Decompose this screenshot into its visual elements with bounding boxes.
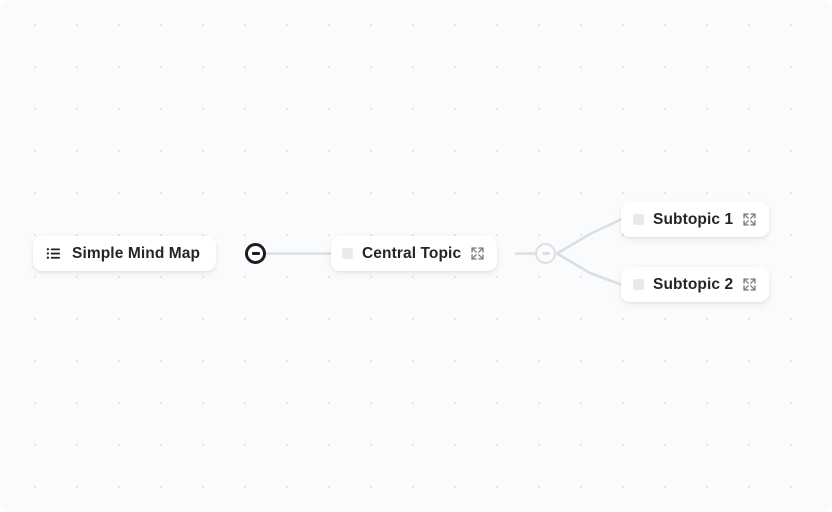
- node-label: Subtopic 2: [653, 275, 734, 293]
- expand-icon[interactable]: [742, 212, 757, 227]
- edge-central-to-sub1: [555, 218, 623, 255]
- mindmap-node-root[interactable]: Simple Mind Map: [33, 236, 217, 271]
- mindmap-node-central[interactable]: Central Topic: [331, 236, 498, 271]
- square-bullet-icon: [342, 248, 353, 259]
- expand-icon[interactable]: [742, 277, 757, 292]
- minus-icon: [541, 252, 550, 255]
- list-icon: [46, 246, 61, 261]
- mindmap-node-subtopic-1[interactable]: Subtopic 1: [621, 202, 770, 237]
- node-label: Subtopic 1: [653, 210, 734, 228]
- edge-central-to-sub2: [555, 252, 623, 286]
- square-bullet-icon: [633, 279, 644, 290]
- collapse-toggle-central[interactable]: [535, 243, 556, 264]
- collapse-toggle-root[interactable]: [245, 243, 266, 264]
- minus-icon: [251, 252, 260, 255]
- expand-icon[interactable]: [470, 246, 485, 261]
- square-bullet-icon: [633, 214, 644, 225]
- mindmap-node-subtopic-2[interactable]: Subtopic 2: [621, 267, 770, 302]
- mindmap-canvas[interactable]: Simple Mind Map Central Topic Subtopic 1: [0, 0, 832, 512]
- node-label: Simple Mind Map: [72, 244, 201, 262]
- node-label: Central Topic: [362, 244, 462, 262]
